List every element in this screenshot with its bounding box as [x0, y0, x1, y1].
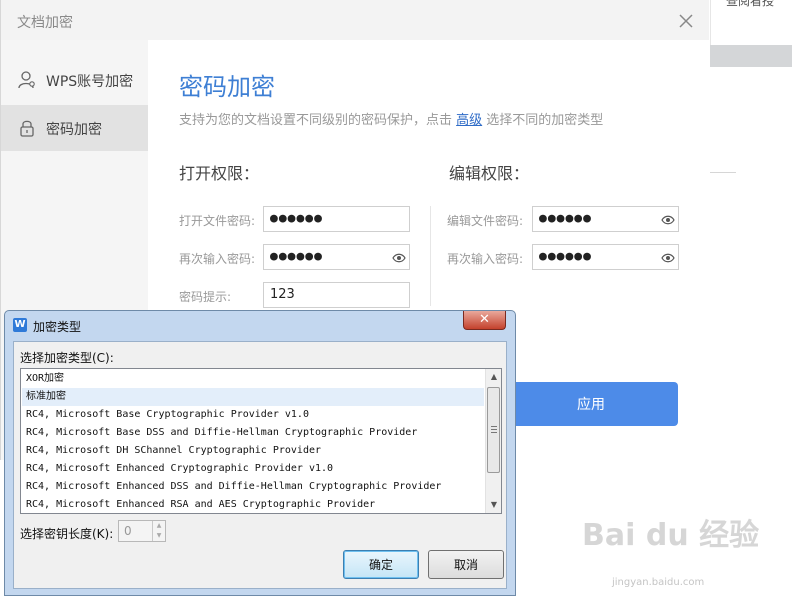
- edit-password-input[interactable]: ●●●●●●: [532, 206, 679, 232]
- encryption-type-list[interactable]: XOR加密 标准加密 RC4, Microsoft Base Cryptogra…: [20, 368, 502, 514]
- open-confirm-input[interactable]: ●●●●●●: [263, 244, 410, 270]
- baidu-watermark: Bai du 经验: [582, 518, 760, 553]
- list-item[interactable]: RC4, Microsoft Enhanced DSS and Diffie-H…: [22, 478, 484, 496]
- sidebar-item-password[interactable]: 密码加密: [1, 105, 148, 151]
- modal-close-button[interactable]: ✕: [463, 311, 506, 330]
- list-item[interactable]: RC4, Microsoft Base Cryptographic Provid…: [22, 406, 484, 424]
- page-title: 密码加密: [179, 73, 275, 101]
- edit-confirm-input[interactable]: ●●●●●●: [532, 244, 679, 270]
- ok-button[interactable]: 确定: [343, 550, 419, 579]
- section-divider: [430, 206, 431, 306]
- scroll-thumb[interactable]: [487, 387, 500, 473]
- spin-up-icon[interactable]: ▲: [152, 521, 165, 531]
- show-password-icon[interactable]: [661, 253, 675, 263]
- scroll-down-icon[interactable]: ▼: [486, 497, 501, 513]
- open-confirm-label: 再次输入密码:: [179, 252, 256, 266]
- apply-button[interactable]: 应用: [504, 382, 678, 426]
- modal-body: 选择加密类型(C): XOR加密 标准加密 RC4, Microsoft Bas…: [13, 341, 507, 589]
- password-hint-input[interactable]: 123: [263, 282, 410, 308]
- open-password-input[interactable]: ●●●●●●: [263, 206, 410, 232]
- dialog-title: 文档加密: [17, 15, 73, 31]
- scroll-up-icon[interactable]: ▲: [486, 369, 501, 385]
- open-permission-title: 打开权限：: [179, 164, 260, 183]
- wps-writer-icon: W: [13, 318, 27, 332]
- list-scrollbar[interactable]: ▲ ▼: [485, 369, 501, 513]
- edit-permission-title: 编辑权限：: [449, 164, 530, 183]
- close-icon: [679, 14, 693, 28]
- background-divider: [710, 172, 736, 173]
- sidebar-item-label: 密码加密: [46, 122, 102, 138]
- encryption-type-modal: W 加密类型 ✕ 选择加密类型(C): XOR加密 标准加密 RC4, Micr…: [4, 310, 516, 596]
- show-password-icon[interactable]: [661, 215, 675, 225]
- edit-confirm-label: 再次输入密码:: [447, 252, 524, 266]
- sidebar-item-wps-account[interactable]: WPS账号加密: [1, 57, 148, 103]
- cancel-button[interactable]: 取消: [428, 550, 504, 579]
- description-text: 支持为您的文档设置不同级别的密码保护，点击: [179, 113, 457, 128]
- background-top-text: 查阅看授: [726, 0, 775, 8]
- list-item-selected[interactable]: 标准加密: [22, 388, 484, 406]
- page-description: 支持为您的文档设置不同级别的密码保护，点击 高级 选择不同的加密类型: [179, 109, 603, 128]
- show-password-icon[interactable]: [392, 253, 406, 263]
- baidu-watermark-url: jingyan.baidu.com: [612, 577, 705, 588]
- list-item[interactable]: RC4, Microsoft DH SChannel Cryptographic…: [22, 442, 484, 460]
- modal-titlebar[interactable]: W 加密类型 ✕: [5, 311, 515, 339]
- user-icon: [18, 71, 35, 89]
- advanced-link[interactable]: 高级: [456, 113, 482, 128]
- password-hint-label: 密码提示:: [179, 290, 232, 304]
- edit-password-label: 编辑文件密码:: [447, 214, 524, 228]
- list-item[interactable]: RC4, Microsoft Base DSS and Diffie-Hellm…: [22, 424, 484, 442]
- key-length-label: 选择密钥长度(K):: [20, 527, 114, 541]
- background-strip: [710, 45, 792, 67]
- key-length-stepper[interactable]: 0 ▲ ▼: [118, 520, 166, 542]
- sidebar-item-label: WPS账号加密: [46, 74, 134, 90]
- dialog-header: 文档加密: [1, 0, 709, 41]
- lock-icon: [20, 120, 34, 137]
- list-item[interactable]: RC4, Microsoft Enhanced Cryptographic Pr…: [22, 460, 484, 478]
- spin-down-icon[interactable]: ▼: [152, 531, 165, 541]
- description-text-end: 选择不同的加密类型: [482, 113, 604, 128]
- list-item[interactable]: RC4, Microsoft Enhanced RSA and AES Cryp…: [22, 496, 484, 513]
- list-item[interactable]: XOR加密: [22, 370, 484, 388]
- encryption-type-label: 选择加密类型(C):: [20, 351, 114, 365]
- modal-title: 加密类型: [33, 320, 82, 334]
- close-button[interactable]: [675, 10, 697, 32]
- open-password-label: 打开文件密码:: [179, 214, 256, 228]
- key-length-value: 0: [124, 524, 132, 538]
